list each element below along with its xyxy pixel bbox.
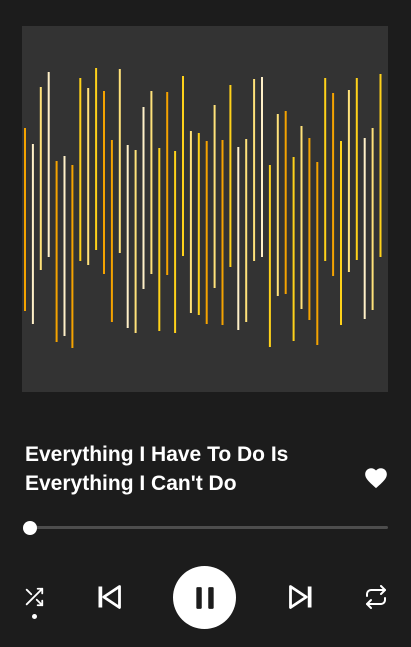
- like-button[interactable]: [363, 465, 389, 491]
- progress-thumb[interactable]: [23, 520, 38, 535]
- repeat-button[interactable]: [362, 585, 390, 609]
- heart-icon: [365, 468, 387, 489]
- track-title: Everything I Have To Do Is Everything I …: [25, 443, 289, 495]
- shuffle-active-indicator: [32, 614, 37, 619]
- next-button[interactable]: [286, 582, 316, 612]
- shuffle-icon: [25, 587, 44, 607]
- shuffle-button[interactable]: [21, 585, 47, 609]
- skip-previous-icon: [98, 585, 121, 609]
- pause-icon: [195, 586, 214, 609]
- skip-next-icon: [289, 585, 312, 609]
- album-artwork: [22, 26, 388, 392]
- waveform-art: [24, 68, 382, 348]
- play-pause-button[interactable]: [173, 566, 236, 629]
- previous-button[interactable]: [94, 582, 124, 612]
- progress-bar[interactable]: [23, 520, 388, 535]
- repeat-icon: [366, 585, 386, 609]
